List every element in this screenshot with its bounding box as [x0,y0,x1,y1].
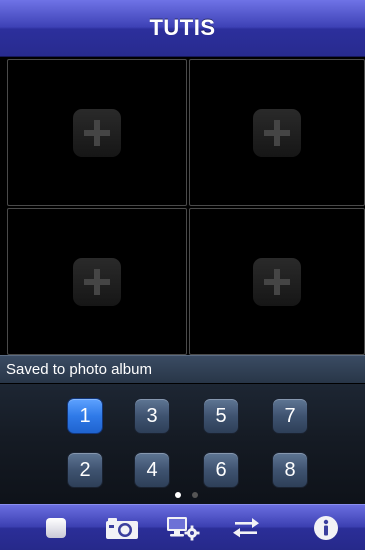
channel-button-6[interactable]: 6 [203,452,239,488]
add-camera-icon[interactable] [253,108,301,157]
camera-slot-4[interactable] [189,208,365,355]
status-message: Saved to photo album [0,355,365,383]
camera-snapshot-icon [106,518,138,539]
switch-view-button[interactable] [218,505,274,550]
info-button[interactable] [298,505,354,550]
channel-pad [0,384,365,504]
bottom-toolbar [0,504,365,550]
info-icon [314,516,338,540]
page-title: TUTIS [149,15,216,40]
device-settings-icon [167,517,200,541]
stop-icon [46,518,66,538]
camera-slot-3[interactable] [7,208,187,355]
channel-button-7[interactable]: 7 [272,398,308,434]
title-bar: TUTIS [0,0,365,57]
stop-button[interactable] [28,505,84,550]
camera-slot-1[interactable] [7,59,187,206]
device-settings-button[interactable] [155,505,211,550]
channel-button-1[interactable]: 1 [67,398,103,434]
channel-button-2[interactable]: 2 [67,452,103,488]
add-camera-icon[interactable] [253,257,301,306]
snapshot-button[interactable] [94,505,150,550]
channel-button-4[interactable]: 4 [134,452,170,488]
camera-grid [0,57,365,355]
page-indicator-dot-1[interactable] [175,492,181,498]
camera-slot-2[interactable] [189,59,365,206]
channel-button-8[interactable]: 8 [272,452,308,488]
page-indicator-dot-2[interactable] [192,492,198,498]
channel-button-5[interactable]: 5 [203,398,239,434]
add-camera-icon[interactable] [73,108,121,157]
add-camera-icon[interactable] [73,257,121,306]
channel-button-3[interactable]: 3 [134,398,170,434]
switch-arrows-icon [233,518,259,538]
